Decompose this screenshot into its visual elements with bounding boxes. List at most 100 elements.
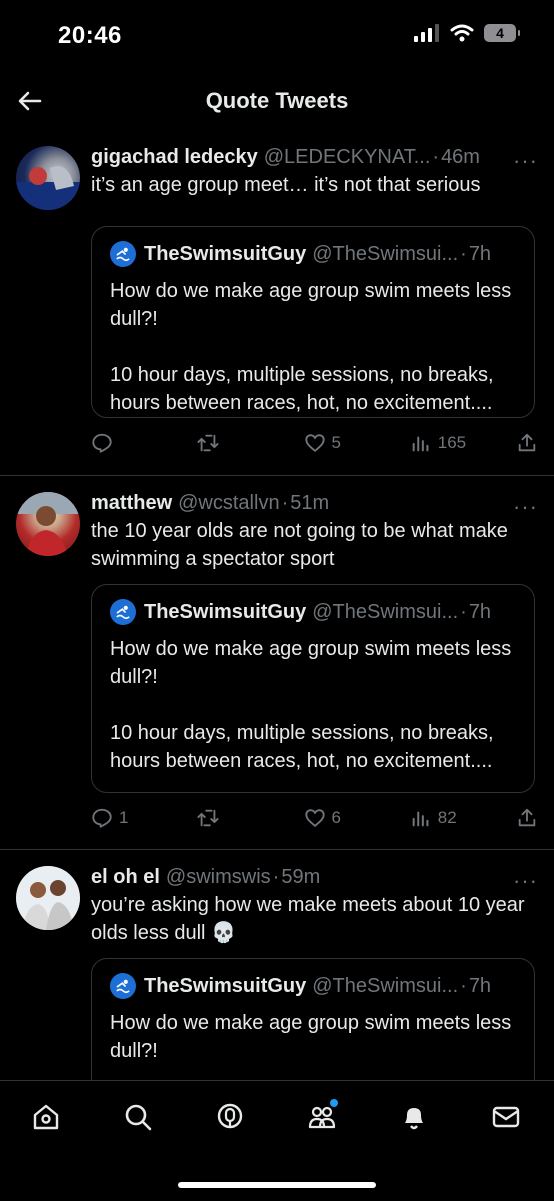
tweet-actions: 5 165 [91, 428, 538, 458]
views-icon [412, 811, 429, 827]
retweet-button[interactable] [197, 807, 257, 829]
like-button[interactable]: 6 [304, 807, 364, 829]
separator: · [281, 492, 289, 514]
views-button[interactable]: 82 [410, 807, 470, 829]
tab-notifications[interactable] [394, 1097, 434, 1137]
tweet[interactable]: gigachad ledecky @LEDECKYNAT... · 46m ··… [0, 130, 554, 476]
display-name[interactable]: el oh el [91, 866, 160, 889]
back-button[interactable] [14, 85, 46, 117]
tweet-actions: 1 6 82 [91, 803, 538, 833]
share-button[interactable] [516, 807, 538, 829]
tab-search[interactable] [118, 1097, 158, 1137]
tweet-header: gigachad ledecky @LEDECKYNAT... · 46m [91, 146, 538, 169]
quoted-tweet-header: TheSwimsuitGuy @TheSwimsui... · 7h [110, 599, 516, 625]
avatar-image [16, 866, 80, 930]
tab-home[interactable] [26, 1097, 66, 1137]
header: Quote Tweets [0, 72, 554, 130]
quoted-tweet[interactable]: TheSwimsuitGuy @TheSwimsui... · 7h How d… [91, 584, 535, 793]
username[interactable]: @LEDECKYNAT... [264, 146, 431, 169]
quoted-timestamp: 7h [468, 600, 492, 623]
avatar-image [16, 492, 80, 556]
home-indicator [178, 1182, 376, 1188]
views-button[interactable]: 165 [410, 432, 470, 454]
quoted-timestamp: 7h [468, 974, 492, 997]
signal-icon [414, 24, 439, 42]
tab-messages[interactable] [486, 1097, 526, 1137]
like-count: 6 [331, 808, 341, 827]
timestamp[interactable]: 46m [441, 146, 480, 169]
battery-indicator: 4 [484, 24, 520, 42]
share-icon [518, 808, 536, 827]
swimmer-icon [116, 979, 130, 994]
views-icon [412, 436, 429, 452]
quoted-avatar [110, 599, 136, 625]
view-count: 165 [437, 433, 467, 452]
retweet-button[interactable] [197, 432, 257, 454]
timestamp[interactable]: 51m [290, 492, 329, 515]
status-icons: 4 [414, 24, 520, 42]
avatar[interactable] [16, 866, 80, 930]
display-name[interactable]: matthew [91, 492, 172, 515]
like-icon [304, 809, 325, 827]
retweet-icon [197, 434, 219, 452]
more-options-button[interactable]: ··· [513, 148, 538, 174]
tweet-text: the 10 year olds are not going to be wha… [91, 520, 508, 570]
quoted-username: @TheSwimsui... [312, 974, 459, 997]
separator: · [460, 242, 467, 265]
avatar-image [16, 166, 80, 210]
tweet-content: el oh el @swimswis · 59m ··· you’re aski… [91, 866, 538, 947]
tweet-content: gigachad ledecky @LEDECKYNAT... · 46m ··… [91, 146, 538, 199]
tweet-text: you’re asking how we make meets about 10… [91, 894, 525, 944]
quoted-tweet-header: TheSwimsuitGuy @TheSwimsui... · 7h [110, 241, 516, 267]
reply-button[interactable]: 1 [91, 807, 151, 829]
quoted-tweet[interactable]: TheSwimsuitGuy @TheSwimsui... · 7h How d… [91, 226, 535, 418]
quoted-username: @TheSwimsui... [312, 242, 459, 265]
separator: · [460, 974, 467, 997]
tweet[interactable]: matthew @wcstallvn · 51m ··· the 10 year… [0, 476, 554, 850]
avatar[interactable] [16, 492, 80, 556]
quote-tweets-feed: gigachad ledecky @LEDECKYNAT... · 46m ··… [0, 130, 554, 1118]
quoted-avatar [110, 973, 136, 999]
username[interactable]: @swimswis [166, 866, 271, 889]
retweet-icon [197, 809, 219, 827]
page-title: Quote Tweets [205, 88, 349, 113]
search-icon [125, 1104, 152, 1131]
swimmer-icon [116, 605, 130, 620]
notifications-icon [405, 1108, 423, 1130]
timestamp[interactable]: 59m [281, 866, 320, 889]
quoted-display-name: TheSwimsuitGuy [144, 974, 307, 997]
quoted-tweet-text: How do we make age group swim meets less… [110, 1012, 512, 1062]
more-options-button[interactable]: ··· [513, 494, 538, 520]
share-button[interactable] [516, 432, 538, 454]
tab-spaces[interactable] [210, 1097, 250, 1137]
quoted-tweet-text: How do we make age group swim meets less… [110, 638, 512, 772]
tweet-header: matthew @wcstallvn · 51m [91, 492, 538, 515]
swimmer-icon [116, 247, 130, 262]
notification-badge-dot [330, 1099, 338, 1107]
reply-button[interactable] [91, 432, 151, 454]
avatar[interactable] [16, 146, 80, 210]
reply-icon [92, 808, 112, 828]
view-count: 82 [437, 808, 457, 827]
home-icon [33, 1104, 59, 1130]
quoted-tweet-text: How do we make age group swim meets less… [110, 280, 512, 414]
reply-icon [92, 433, 112, 453]
quoted-display-name: TheSwimsuitGuy [144, 242, 307, 265]
more-options-button[interactable]: ··· [513, 868, 538, 894]
separator: · [460, 600, 467, 623]
tab-communities[interactable] [302, 1097, 342, 1137]
share-icon [518, 433, 536, 452]
display-name[interactable]: gigachad ledecky [91, 146, 258, 169]
wifi-icon [450, 24, 474, 42]
username[interactable]: @wcstallvn [178, 492, 279, 515]
separator: · [432, 146, 440, 168]
tweet-header: el oh el @swimswis · 59m [91, 866, 538, 889]
reply-count: 1 [119, 808, 129, 827]
like-button[interactable]: 5 [304, 432, 364, 454]
status-bar: 20:46 4 [0, 0, 554, 72]
tweet-text: it’s an age group meet… it’s not that se… [91, 174, 481, 196]
tweet[interactable]: el oh el @swimswis · 59m ··· you’re aski… [0, 850, 554, 1118]
quoted-display-name: TheSwimsuitGuy [144, 600, 307, 623]
messages-icon [492, 1106, 520, 1128]
back-arrow-icon [18, 91, 42, 111]
